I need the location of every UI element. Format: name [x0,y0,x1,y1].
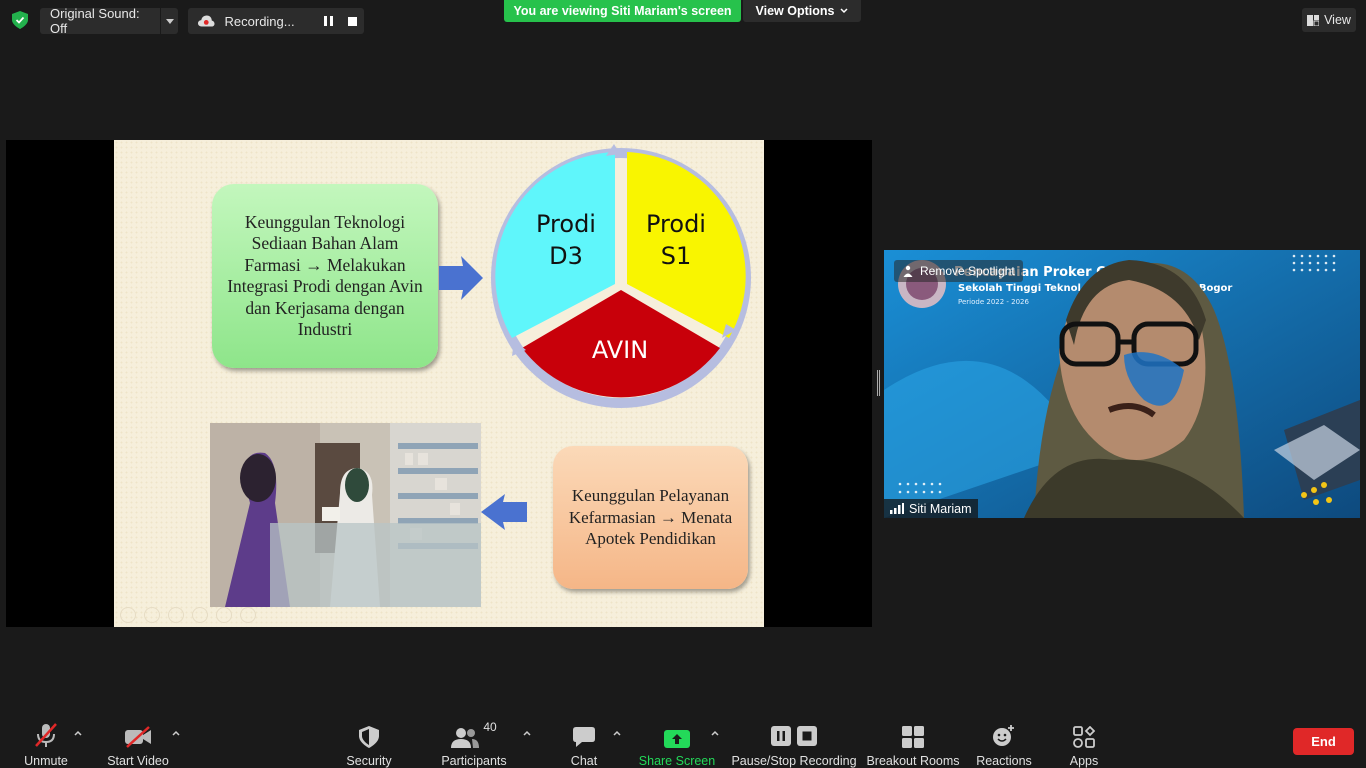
unmute-button[interactable]: Unmute [18,708,74,768]
spotlight-icon [903,265,913,277]
share-screen-icon [664,718,690,748]
start-video-label: Start Video [107,754,169,768]
shield-icon [359,718,379,748]
start-video-button[interactable]: Start Video [104,708,172,768]
stop-recording-icon[interactable] [340,8,364,34]
muted-microphone-icon [34,718,58,748]
next-slide-icon[interactable] [144,607,160,623]
slide-controls[interactable] [120,607,256,623]
participants-icon: 40 [451,718,497,748]
reactions-button[interactable]: Reactions [974,708,1034,768]
peach-box-text: Keunggulan Pelayanan Kefarmasian → Menat… [568,486,733,549]
signal-strength-icon [890,503,904,514]
chat-button[interactable]: Chat [560,708,608,768]
view-layout-icon [1307,14,1320,26]
pause-recording-icon[interactable] [316,8,340,34]
apps-label: Apps [1069,754,1099,768]
pause-stop-icon [771,718,817,746]
segment-s1-label-2: S1 [661,242,692,270]
participant-video[interactable]: Pencapaian Proker C Sekolah Tinggi Tekno… [884,250,1360,518]
segment-s1-label-1: Prodi [646,210,706,238]
chat-label: Chat [570,754,598,768]
participant-name-tag: Siti Mariam [884,499,978,518]
slides-grid-icon[interactable] [192,607,208,623]
chevron-down-icon [840,8,848,14]
svg-text:Sekolah Tinggi Teknol: Sekolah Tinggi Teknol [958,283,1081,294]
pause-stop-recording-button[interactable]: Pause/Stop Recording [731,708,857,768]
chevron-up-icon[interactable] [612,728,622,738]
arrow-right-icon [439,256,483,300]
prodi-cycle-diagram: Prodi D3 Prodi S1 AVIN [491,144,751,408]
participants-label: Participants [441,754,507,768]
pause-stop-label: Pause/Stop Recording [731,754,857,768]
zoom-icon[interactable] [216,607,232,623]
remove-spotlight-button[interactable]: Remove Spotlight [894,260,1023,282]
chevron-up-icon[interactable] [171,728,181,738]
chevron-down-icon[interactable] [160,8,178,34]
security-shield-icon[interactable] [12,11,28,29]
breakout-rooms-icon [902,718,924,748]
original-sound-button[interactable]: Original Sound: Off [40,6,178,36]
unmute-label: Unmute [24,754,68,768]
prev-slide-icon[interactable] [120,607,136,623]
end-meeting-button[interactable]: End [1293,728,1354,755]
segment-avin-label: AVIN [592,336,648,364]
meeting-toolbar: Unmute Start Video Security 40 Participa… [0,708,1366,768]
view-button[interactable]: View [1302,8,1356,32]
chat-icon [572,718,596,748]
peach-text-box: Keunggulan Pelayanan Kefarmasian → Menat… [553,446,748,589]
apps-icon [1073,718,1095,748]
chevron-up-icon[interactable] [522,728,532,738]
participants-button[interactable]: 40 Participants [440,708,508,768]
panel-splitter-handle[interactable] [877,370,880,396]
apps-button[interactable]: Apps [1060,708,1108,768]
remove-spotlight-label: Remove Spotlight [920,264,1015,278]
recording-indicator: Recording... [188,8,364,34]
chevron-up-icon[interactable] [73,728,83,738]
viewing-screen-banner: You are viewing Siti Mariam's screen [504,0,741,22]
segment-d3-label-1: Prodi [536,210,596,238]
cloud-recording-icon [198,15,215,27]
view-options-button[interactable]: View Options [743,0,861,22]
view-label: View [1324,13,1351,27]
security-button[interactable]: Security [340,708,398,768]
recording-label: Recording... [224,13,295,29]
green-box-text: Keunggulan Teknologi Sediaan Bahan Alam … [227,211,423,340]
more-options-icon[interactable] [240,607,256,623]
participants-count: 40 [483,720,497,734]
participant-name: Siti Mariam [909,501,972,516]
security-label: Security [346,754,392,768]
view-options-label: View Options [755,4,835,18]
reactions-label: Reactions [976,754,1032,768]
pharmacy-photo [210,423,481,607]
share-screen-button[interactable]: Share Screen [638,708,716,768]
arrow-left-icon [481,494,527,530]
breakout-rooms-label: Breakout Rooms [866,754,960,768]
green-text-box: Keunggulan Teknologi Sediaan Bahan Alam … [212,184,438,368]
presentation-slide: Keunggulan Teknologi Sediaan Bahan Alam … [114,140,764,627]
video-off-icon [124,718,152,748]
breakout-rooms-button[interactable]: Breakout Rooms [866,708,960,768]
chevron-up-icon[interactable] [710,728,720,738]
segment-d3-label-2: D3 [549,242,583,270]
original-sound-label: Original Sound: Off [50,6,140,36]
share-screen-label: Share Screen [638,754,716,768]
reactions-icon [992,718,1016,748]
pen-icon[interactable] [168,607,184,623]
svg-text:Periode 2022 - 2026: Periode 2022 - 2026 [958,298,1030,306]
